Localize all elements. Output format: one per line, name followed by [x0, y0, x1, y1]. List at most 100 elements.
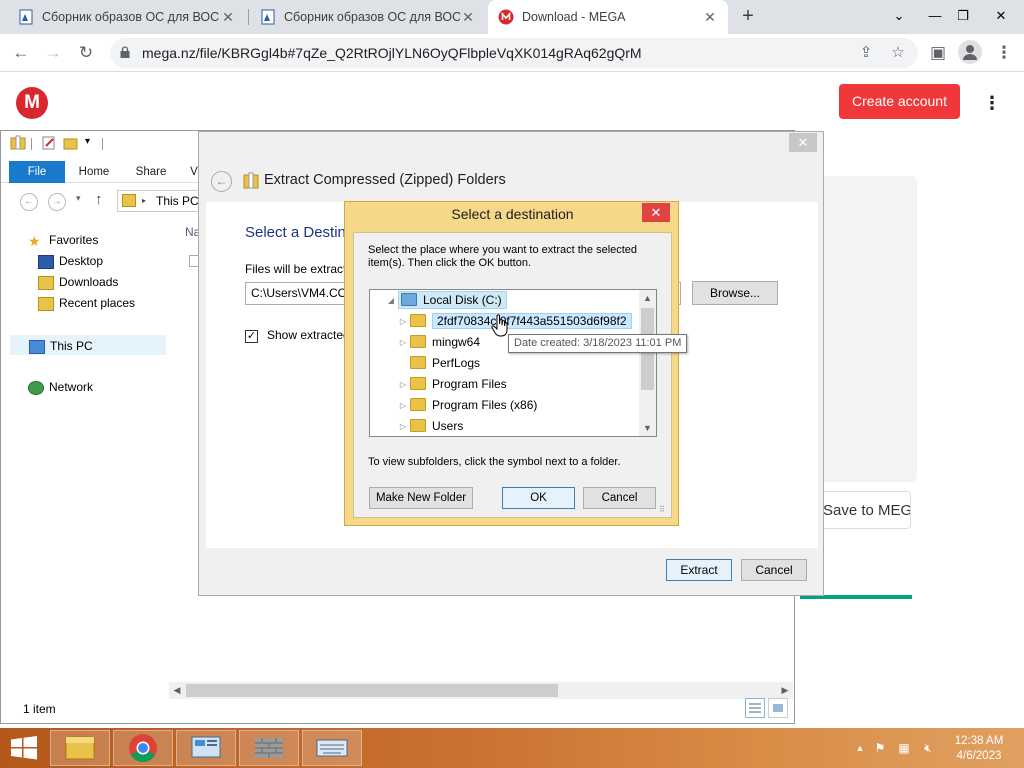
scrollbar-thumb[interactable]: [186, 684, 558, 697]
url-text: mega.nz/file/KBRGgl4b#7qZe_Q2RtROjlYLN6O…: [142, 45, 642, 61]
date-created-tooltip: Date created: 3/18/2023 11:01 PM: [508, 334, 688, 353]
reload-icon[interactable]: ↻: [72, 39, 100, 67]
tree-node-label: PerfLogs: [432, 356, 481, 370]
dialog-hint: To view subfolders, click the symbol nex…: [368, 456, 621, 468]
forward-icon[interactable]: →: [39, 39, 67, 67]
system-tray: ▲ ⚑ ▦ 🔇︎: [852, 740, 942, 756]
taskbar-remote-desktop[interactable]: [302, 730, 362, 766]
folder-icon: [410, 314, 426, 328]
tree-node-folder[interactable]: 2fdf70834cf0f7f443a551503d6f98f2: [410, 311, 632, 332]
show-extracted-label: Show extracted f: [267, 328, 357, 342]
scroll-down-icon[interactable]: ▼: [639, 420, 656, 436]
dialog-close-button[interactable]: ✕: [642, 203, 670, 222]
tab-share[interactable]: Share: [127, 161, 175, 183]
explorer-forward-icon[interactable]: →: [48, 193, 66, 211]
taskbar-file-explorer[interactable]: [50, 730, 110, 766]
windows-start-icon[interactable]: [10, 736, 38, 760]
mega-menu-icon[interactable]: ⋮: [982, 93, 1002, 113]
browse-button[interactable]: Browse...: [692, 281, 778, 305]
close-window-icon[interactable]: ✕: [984, 0, 1018, 32]
nav-label: Desktop: [59, 254, 104, 268]
browser-tab-3[interactable]: Download - MEGA ✕: [488, 0, 728, 34]
back-icon[interactable]: ←: [7, 39, 35, 67]
create-account-button[interactable]: Create account: [839, 84, 960, 119]
tree-node-label: Local Disk (C:): [423, 293, 502, 307]
expand-icon[interactable]: ▷: [398, 332, 408, 353]
nav-this-pc[interactable]: This PC: [10, 335, 166, 355]
dialog-cancel-button[interactable]: Cancel: [583, 487, 656, 509]
scroll-right-icon[interactable]: ▶: [777, 682, 793, 699]
tree-node-local-disk[interactable]: Local Disk (C:): [398, 290, 507, 311]
taskbar-chrome[interactable]: [113, 730, 173, 766]
wizard-cancel-button[interactable]: Cancel: [741, 559, 807, 581]
wizard-back-icon[interactable]: ←: [211, 171, 232, 192]
address-bar[interactable]: mega.nz/file/KBRGgl4b#7qZe_Q2RtROjlYLN6O…: [110, 38, 918, 68]
horizontal-scrollbar[interactable]: ◀ ▶: [169, 682, 793, 699]
extract-button[interactable]: Extract: [666, 559, 732, 581]
explorer-back-icon[interactable]: ←: [20, 193, 38, 211]
taskbar-server-manager[interactable]: [176, 730, 236, 766]
expand-icon[interactable]: ▷: [398, 395, 408, 416]
network-tray-icon[interactable]: ▦: [896, 740, 912, 756]
share-icon[interactable]: ⇪: [856, 43, 876, 63]
volume-muted-icon[interactable]: 🔇︎: [920, 740, 936, 756]
nav-recent-places[interactable]: Recent places: [38, 293, 135, 313]
new-tab-button[interactable]: +: [736, 4, 760, 28]
scroll-up-icon[interactable]: ▲: [639, 290, 656, 306]
properties-icon[interactable]: [41, 135, 57, 151]
make-new-folder-button[interactable]: Make New Folder: [369, 487, 473, 509]
customize-toolbar-icon[interactable]: ▾: [85, 136, 90, 147]
nav-favorites[interactable]: ★ Favorites: [28, 230, 98, 250]
bookmark-star-icon[interactable]: ☆: [888, 43, 908, 63]
tree-node-folder[interactable]: Program Files: [410, 374, 507, 395]
ok-button[interactable]: OK: [502, 487, 575, 509]
nav-desktop[interactable]: Desktop: [38, 251, 103, 271]
tree-node-folder[interactable]: Program Files (x86): [410, 395, 537, 416]
taskbar-firewall[interactable]: [239, 730, 299, 766]
folder-icon: [410, 419, 426, 433]
computer-icon: [29, 339, 45, 354]
scroll-left-icon[interactable]: ◀: [169, 682, 185, 699]
action-center-flag-icon[interactable]: ⚑: [872, 740, 888, 756]
tab-home[interactable]: Home: [71, 161, 117, 183]
mega-logo[interactable]: M: [16, 87, 48, 119]
tree-node-folder[interactable]: mingw64: [410, 332, 480, 353]
collapse-icon[interactable]: ◢: [386, 290, 396, 311]
tree-node-folder[interactable]: Users: [410, 416, 463, 436]
folder-icon: [410, 335, 426, 349]
recent-locations-icon[interactable]: ▾: [76, 193, 81, 204]
document-favicon-icon: [261, 9, 275, 25]
breadcrumb-chevron-icon: ▸: [142, 196, 147, 205]
tab-search-icon[interactable]: ⌄: [882, 0, 916, 32]
tree-vertical-scrollbar[interactable]: ▲ ▼: [639, 290, 656, 436]
expand-icon[interactable]: ▷: [398, 416, 408, 436]
show-hidden-icons[interactable]: ▲: [852, 740, 868, 756]
large-icons-view-icon[interactable]: [768, 698, 788, 718]
tab-close-icon[interactable]: ✕: [702, 9, 718, 26]
expand-icon[interactable]: ▷: [398, 374, 408, 395]
new-folder-icon[interactable]: [63, 135, 79, 151]
browser-tab-1[interactable]: Сборник образов ОС для ВОСН ✕: [8, 0, 246, 34]
show-extracted-checkbox[interactable]: ✓: [245, 330, 258, 343]
details-view-icon[interactable]: [745, 698, 765, 718]
tab-close-icon[interactable]: ✕: [220, 9, 236, 26]
expand-icon[interactable]: ▷: [398, 311, 408, 332]
resize-grip-icon[interactable]: ⠿: [659, 505, 669, 515]
tab-file[interactable]: File: [9, 161, 65, 183]
restore-icon[interactable]: ❐: [946, 0, 980, 32]
browser-toolbar: ← → ↻ mega.nz/file/KBRGgl4b#7qZe_Q2RtROj…: [0, 34, 1024, 72]
up-arrow-icon[interactable]: ↑: [95, 191, 103, 208]
browser-tab-2[interactable]: Сборник образов ОС для ВОСН ✕: [250, 0, 486, 34]
tab-separator: [248, 9, 249, 25]
profile-avatar-icon[interactable]: [958, 40, 982, 64]
wizard-close-button[interactable]: ✕: [789, 133, 817, 152]
chrome-menu-icon[interactable]: ⋮: [990, 39, 1018, 67]
taskbar-clock[interactable]: 12:38 AM 4/6/2023: [944, 734, 1014, 764]
tree-node-folder[interactable]: PerfLogs: [410, 353, 480, 374]
tree-node-label: Program Files (x86): [432, 398, 538, 412]
nav-network[interactable]: Network: [28, 377, 93, 397]
explorer-address-bar[interactable]: ▸ This PC: [117, 190, 207, 212]
side-panel-icon[interactable]: ▣: [924, 39, 952, 67]
nav-downloads[interactable]: Downloads: [38, 272, 118, 292]
tab-close-icon[interactable]: ✕: [460, 9, 476, 26]
